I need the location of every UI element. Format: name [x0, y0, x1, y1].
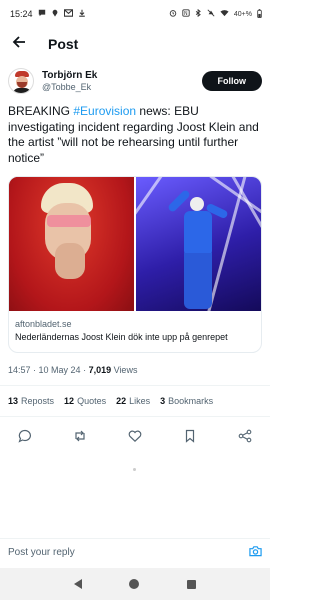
reposts-label: Reposts — [21, 396, 55, 407]
share-icon[interactable] — [238, 429, 252, 443]
tweet-text: BREAKING #Eurovision news: EBU investiga… — [0, 94, 270, 166]
reply-input[interactable] — [8, 547, 249, 558]
bookmarks-label: Bookmarks — [168, 396, 214, 407]
like-icon[interactable] — [128, 429, 142, 443]
card-domain: aftonbladet.se — [15, 319, 72, 330]
reply-bar — [0, 538, 270, 566]
hashtag-link[interactable]: #Eurovision — [73, 104, 136, 118]
reposts-count: 13 — [8, 396, 19, 407]
chat-icon — [38, 9, 46, 19]
reply-icon[interactable] — [18, 429, 32, 443]
card-image-right[interactable] — [136, 177, 261, 312]
battery-status: 40+% — [233, 10, 252, 18]
tweet-prefix: BREAKING — [8, 104, 74, 118]
svg-text:N: N — [184, 11, 188, 17]
nfc-icon: N — [182, 9, 190, 19]
quotes-stat[interactable]: 12 Quotes — [64, 396, 106, 406]
likes-label: Likes — [129, 396, 151, 407]
avatar[interactable] — [8, 68, 34, 94]
alarm-icon — [169, 9, 177, 19]
download-icon — [78, 9, 86, 19]
status-bar: 15:24 N 40+% — [0, 0, 270, 28]
meta-separator: · — [30, 365, 39, 376]
card-images[interactable] — [9, 177, 261, 312]
views-label: Views — [111, 365, 138, 376]
location-icon — [51, 9, 59, 19]
header: Post — [0, 28, 270, 60]
battery-icon — [257, 8, 262, 20]
likes-stat[interactable]: 22 Likes — [116, 396, 150, 406]
post-stats: 13 Reposts 12 Quotes 22 Likes 3 Bookmarks — [0, 386, 270, 406]
action-bar — [0, 417, 270, 443]
camera-icon[interactable] — [249, 544, 262, 562]
mute-icon — [207, 9, 215, 19]
card-image-left[interactable] — [9, 177, 134, 312]
views-count: 7,019 — [88, 365, 112, 376]
status-left: 15:24 — [10, 9, 86, 19]
author-name[interactable]: Torbjörn Ek — [42, 70, 202, 82]
wifi-icon — [220, 9, 229, 19]
quotes-label: Quotes — [77, 396, 107, 407]
repost-icon[interactable] — [73, 429, 87, 443]
meta-separator: · — [80, 365, 89, 376]
quotes-count: 12 — [64, 396, 75, 407]
bookmark-icon[interactable] — [183, 429, 197, 443]
card-title: Nederländernas Joost Klein dök inte upp … — [15, 332, 228, 343]
link-card[interactable]: aftonbladet.se Nederländernas Joost Klei… — [8, 176, 262, 354]
page-title: Post — [48, 36, 79, 52]
author-row: Torbjörn Ek @Tobbe_Ek Follow — [0, 60, 270, 94]
author-handle[interactable]: @Tobbe_Ek — [42, 82, 202, 93]
follow-button[interactable]: Follow — [201, 71, 262, 91]
author-info[interactable]: Torbjörn Ek @Tobbe_Ek — [42, 70, 202, 93]
bookmarks-count: 3 — [160, 396, 166, 407]
loading-dot — [133, 468, 136, 471]
post-meta: 14:57 · 10 May 24 · 7,019 Views — [0, 353, 270, 375]
status-right: N 40+% — [169, 8, 262, 20]
card-info[interactable]: aftonbladet.se Nederländernas Joost Klei… — [9, 311, 261, 352]
reposts-stat[interactable]: 13 Reposts — [8, 396, 54, 406]
mail-icon — [63, 9, 73, 19]
back-arrow-icon[interactable] — [12, 35, 26, 53]
status-time: 15:24 — [10, 9, 33, 19]
nav-back-icon[interactable] — [73, 579, 82, 589]
bookmarks-stat[interactable]: 3 Bookmarks — [160, 396, 213, 406]
post-date: 10 May 24 — [38, 365, 81, 376]
likes-count: 22 — [116, 396, 127, 407]
bluetooth-icon — [195, 8, 202, 19]
nav-recents-icon[interactable] — [187, 579, 197, 589]
system-nav-bar — [0, 568, 270, 600]
nav-home-icon[interactable] — [129, 579, 140, 589]
post-time: 14:57 — [8, 365, 31, 376]
